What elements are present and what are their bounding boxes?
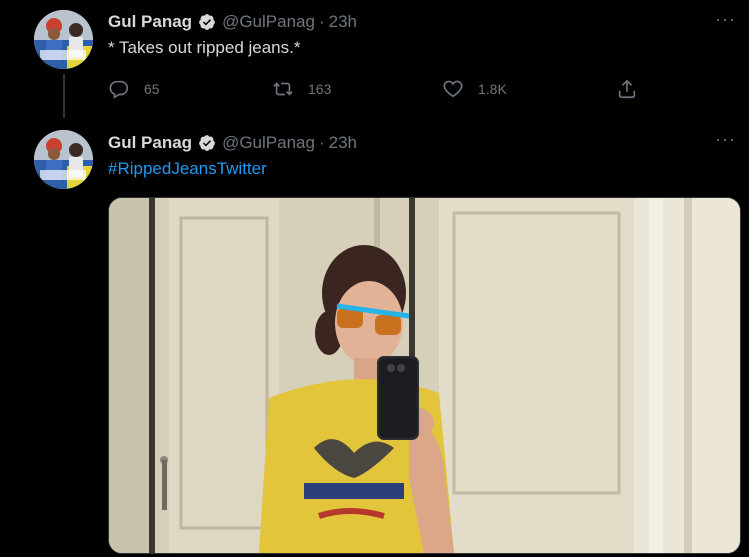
author-handle[interactable]: @GulPanag	[222, 133, 315, 153]
separator: ·	[318, 12, 325, 31]
reply-button[interactable]: 65	[108, 78, 160, 100]
retweet-icon	[273, 82, 293, 96]
more-icon[interactable]: ···	[715, 130, 735, 152]
tweet-photo[interactable]	[108, 197, 741, 554]
share-icon	[618, 79, 636, 99]
like-button[interactable]: 1.8K	[442, 78, 507, 100]
author-handle[interactable]: @GulPanag	[222, 12, 315, 32]
tweet-actions: 65 163 1.8K	[108, 78, 648, 102]
more-icon[interactable]: ···	[715, 10, 735, 32]
avatar[interactable]	[34, 130, 93, 189]
reply-icon	[109, 80, 129, 99]
tweet-2[interactable]: Gul Panag @GulPanag · 23h ··· #RippedJea…	[0, 118, 749, 557]
timestamp[interactable]: 23h	[329, 133, 357, 153]
hashtag-link[interactable]: #RippedJeansTwitter	[108, 159, 267, 179]
separator: ·	[318, 133, 325, 152]
author-name[interactable]: Gul Panag	[108, 133, 192, 153]
photo-selfie-mirror	[109, 198, 740, 553]
reply-count: 65	[144, 81, 160, 97]
verified-badge-icon	[198, 13, 216, 31]
tweet-header: Gul Panag @GulPanag · 23h	[108, 11, 357, 33]
share-button[interactable]	[616, 78, 652, 100]
tweet-1[interactable]: Gul Panag @GulPanag · 23h ··· * Takes ou…	[0, 0, 749, 118]
tweet-header: Gul Panag @GulPanag · 23h	[108, 132, 357, 154]
retweet-button[interactable]: 163	[272, 78, 331, 100]
tweet-text: * Takes out ripped jeans.*	[108, 38, 301, 57]
author-name[interactable]: Gul Panag	[108, 12, 192, 32]
timestamp[interactable]: 23h	[329, 12, 357, 32]
thread-line	[63, 74, 65, 118]
retweet-count: 163	[308, 81, 332, 97]
like-count: 1.8K	[478, 81, 507, 97]
avatar[interactable]	[34, 10, 93, 69]
verified-badge-icon	[198, 134, 216, 152]
like-icon	[443, 80, 463, 98]
